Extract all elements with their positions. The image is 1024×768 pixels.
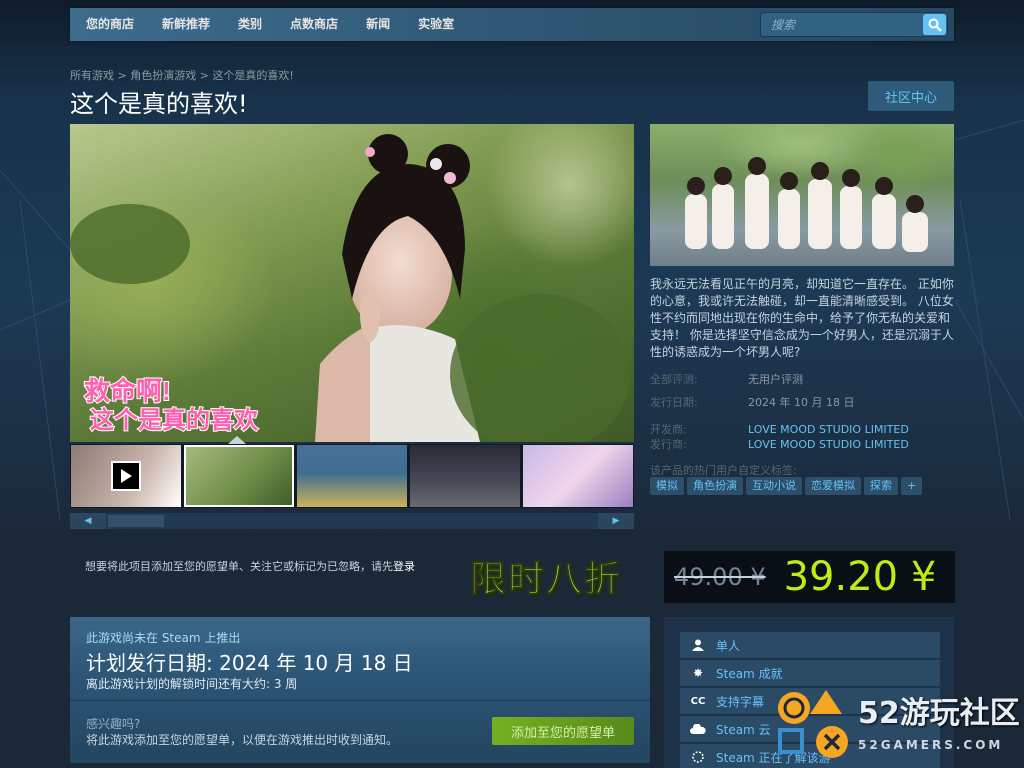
single-player-icon [680, 639, 716, 651]
tag-dating-sim[interactable]: 恋爱模拟 [805, 477, 861, 495]
cloud-icon [680, 724, 716, 734]
tag-more-button[interactable]: + [901, 477, 923, 495]
tag-exploration[interactable]: 探索 [864, 477, 898, 495]
publisher-link[interactable]: LOVE MOOD STUDIO LIMITED [748, 438, 909, 451]
thumb-screenshot-2[interactable] [297, 445, 407, 507]
scroll-right-arrow-icon[interactable]: ▶ [598, 513, 634, 529]
publisher-label: 发行商: [650, 438, 687, 451]
breadcrumb-rpg[interactable]: 角色扮演游戏 [130, 69, 196, 82]
final-price: 39.20 ¥ [783, 554, 937, 600]
reviews-row: 全部评测: 无用户评测 [650, 371, 803, 387]
tag-list: 模拟 角色扮演 互动小说 恋爱模拟 探索 + [650, 477, 923, 495]
coming-soon-note: 此游戏尚未在 Steam 上推出 [86, 631, 241, 645]
thumb-screenshot-4[interactable] [523, 445, 633, 507]
promo-banner: 限时八折 [469, 559, 623, 601]
divider [70, 700, 650, 701]
add-to-wishlist-button[interactable]: 添加至您的愿望单 [492, 717, 634, 745]
search-input[interactable] [761, 13, 923, 36]
play-icon [111, 461, 141, 491]
breadcrumb: 所有游戏 > 角色扮演游戏 > 这个是真的喜欢! [70, 67, 294, 83]
coming-soon-panel: 此游戏尚未在 Steam 上推出 计划发行日期: 2024 年 10 月 18 … [70, 617, 650, 763]
search-icon [928, 18, 942, 32]
feature-single-player[interactable]: 单人 [680, 632, 940, 658]
thumb-video[interactable] [71, 445, 181, 507]
girl-portrait-image: 救命啊! 这个是真的喜欢 [70, 134, 630, 442]
search-box [760, 12, 948, 37]
tag-simulation[interactable]: 模拟 [650, 477, 684, 495]
release-value: 2024 年 10 月 18 日 [748, 396, 855, 409]
feature-label: Steam 成就 [716, 666, 783, 681]
feature-achievements[interactable]: ✸ Steam 成就 [680, 660, 940, 686]
game-description: 我永远无法看见正午的月亮，却知道它一直存在。 正如你的心意，我或许无法触碰，却一… [650, 277, 954, 359]
breadcrumb-current[interactable]: 这个是真的喜欢! [212, 69, 293, 82]
login-link[interactable]: 登录 [393, 558, 415, 574]
breadcrumb-separator: > [199, 69, 209, 82]
publisher-row: 发行商: LOVE MOOD STUDIO LIMITED [650, 436, 909, 452]
nav-categories[interactable]: 类别 [224, 8, 276, 41]
planned-release-date: 计划发行日期: 2024 年 10 月 18 日 [86, 651, 413, 675]
logo-text-line1: 救命啊! [84, 376, 171, 406]
thumbnail-scrollbar[interactable]: ◀ ▶ [70, 513, 634, 529]
watermark-logo [778, 690, 848, 758]
breadcrumb-all-games[interactable]: 所有游戏 [70, 69, 114, 82]
thumb-screenshot-3[interactable] [410, 445, 520, 507]
watermark-subtext: 52GAMERS.COM [858, 738, 1004, 752]
tag-rpg[interactable]: 角色扮演 [687, 477, 743, 495]
page-title: 这个是真的喜欢! [70, 90, 248, 118]
thumb-screenshot-1[interactable] [184, 445, 294, 507]
captions-icon: CC [690, 695, 706, 707]
achievements-icon: ✸ [692, 666, 704, 680]
scroll-left-arrow-icon[interactable]: ◀ [70, 513, 106, 529]
feature-label: 支持字幕 [716, 694, 765, 709]
main-screenshot[interactable]: 救命啊! 这个是真的喜欢 [70, 124, 634, 442]
feature-label: Steam 云 [716, 722, 771, 737]
tag-interactive-fiction[interactable]: 互动小说 [746, 477, 802, 495]
login-prompt-text: 想要将此项目添加至您的愿望单、关注它或标记为已忽略，请先 [85, 560, 393, 573]
tags-label: 该产品的热门用户自定义标签: [650, 464, 797, 477]
price-box: 49.00 ¥ 39.20 ¥ [664, 551, 955, 603]
release-label: 发行日期: [650, 396, 698, 409]
interest-description: 将此游戏添加至您的愿望单，以便在游戏推出时收到通知。 [86, 733, 399, 747]
community-hub-button[interactable]: 社区中心 [868, 81, 954, 111]
original-price: 49.00 ¥ [674, 563, 766, 591]
breadcrumb-separator: > [117, 69, 127, 82]
nav-your-store[interactable]: 您的商店 [70, 8, 148, 41]
nav-news[interactable]: 新闻 [352, 8, 404, 41]
scroll-thumb[interactable] [108, 515, 164, 527]
store-nav: 您的商店 新鲜推荐 类别 点数商店 新闻 实验室 [70, 8, 954, 41]
reviews-label: 全部评测: [650, 373, 698, 386]
release-row: 发行日期: 2024 年 10 月 18 日 [650, 394, 854, 410]
search-button[interactable] [923, 14, 946, 35]
reviews-value: 无用户评测 [748, 373, 803, 386]
nav-labs[interactable]: 实验室 [404, 8, 468, 41]
developer-row: 开发商: LOVE MOOD STUDIO LIMITED [650, 421, 909, 437]
thumb-selector-arrow [228, 436, 246, 444]
nav-new-noteworthy[interactable]: 新鲜推荐 [148, 8, 224, 41]
header-capsule-image [650, 124, 954, 266]
unlock-countdown: 离此游戏计划的解锁时间还有大约: 3 周 [86, 677, 298, 691]
nav-points-shop[interactable]: 点数商店 [276, 8, 352, 41]
thumbnail-strip [70, 444, 634, 508]
interest-heading: 感兴趣吗? [86, 717, 141, 731]
logo-text-line2: 这个是真的喜欢 [90, 406, 259, 434]
learning-icon [680, 751, 716, 763]
developer-label: 开发商: [650, 423, 687, 436]
developer-link[interactable]: LOVE MOOD STUDIO LIMITED [748, 423, 909, 436]
watermark-text: 52游玩社区 [858, 696, 1020, 731]
feature-label: 单人 [716, 638, 741, 653]
